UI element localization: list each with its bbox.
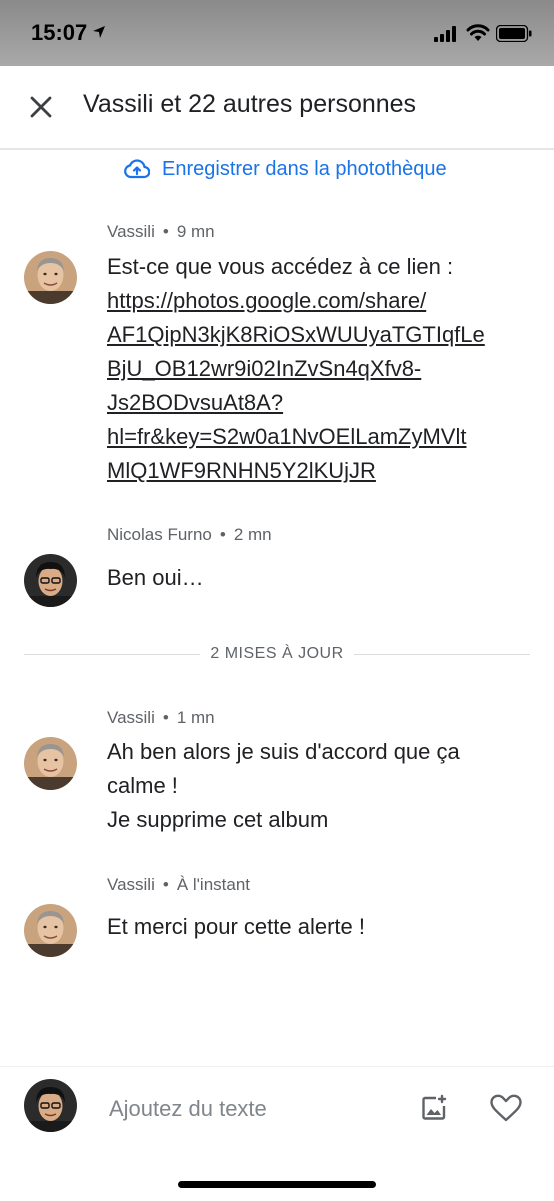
comment-time: 2 mn — [233, 525, 272, 544]
avatar-vassili[interactable] — [24, 904, 77, 957]
comment-text: Ah ben alors je suis d'accord que ça cal… — [107, 735, 527, 837]
location-arrow-icon — [93, 26, 105, 38]
comment-meta: Nicolas Furno • 2 mn — [107, 525, 272, 544]
comment-author: Vassili — [107, 875, 155, 894]
comment-line: Est-ce que vous accédez à ce lien : — [107, 254, 454, 279]
save-to-library-label: Enregistrer dans la photothèque — [162, 157, 447, 180]
comment-line: Je supprime cet album — [107, 807, 329, 832]
updates-divider: 2 MISES À JOUR — [24, 640, 530, 668]
avatar-vassili[interactable] — [24, 737, 77, 790]
add-photo-icon[interactable] — [420, 1092, 450, 1122]
cloud-upload-icon — [124, 159, 150, 179]
comment-author: Vassili — [107, 222, 155, 241]
divider-line — [24, 653, 201, 655]
comment-time: À l'instant — [176, 875, 250, 894]
avatar-nicolas[interactable] — [24, 554, 77, 607]
save-to-library-button[interactable]: Enregistrer dans la photothèque — [124, 154, 447, 184]
status-bar: 15:07 — [0, 0, 554, 66]
avatar-current-user — [24, 1079, 77, 1132]
home-indicator[interactable] — [178, 1181, 376, 1188]
comment-line: Ah ben alors je suis d'accord que ça — [107, 739, 460, 764]
app-header: Vassili et 22 autres personnes — [0, 66, 554, 150]
comment-time: 1 mn — [176, 708, 215, 727]
comment-text: Et merci pour cette alerte ! — [107, 910, 527, 944]
status-time: 15:07 — [31, 20, 88, 45]
divider-line — [353, 653, 530, 655]
comment-meta: Vassili • À l'instant — [107, 875, 250, 894]
comment-input[interactable] — [107, 1091, 401, 1127]
heart-icon[interactable] — [490, 1094, 522, 1122]
comment-author: Vassili — [107, 708, 155, 727]
comment-text: Ben oui… — [107, 561, 527, 595]
comment-time: 9 mn — [176, 222, 215, 241]
conversation-title: Vassili et 22 autres personnes — [83, 90, 417, 118]
wifi-icon — [466, 24, 490, 41]
comment-author: Nicolas Furno — [107, 525, 212, 544]
shared-album-link[interactable]: https://photos.google.com/share/ AF1QipN… — [107, 284, 527, 488]
cellular-signal-icon — [434, 26, 456, 42]
comment-meta: Vassili • 1 mn — [107, 708, 215, 727]
avatar-vassili[interactable] — [24, 251, 77, 304]
updates-label: 2 MISES À JOUR — [210, 645, 344, 662]
comment-line: Et merci pour cette alerte ! — [107, 914, 365, 939]
comment-meta: Vassili • 9 mn — [107, 222, 215, 241]
comment-line: calme ! — [107, 773, 178, 798]
battery-icon — [496, 25, 532, 42]
close-icon[interactable] — [26, 92, 56, 122]
comment-text: Est-ce que vous accédez à ce lien : http… — [107, 250, 527, 488]
comment-line: Ben oui… — [107, 565, 204, 590]
